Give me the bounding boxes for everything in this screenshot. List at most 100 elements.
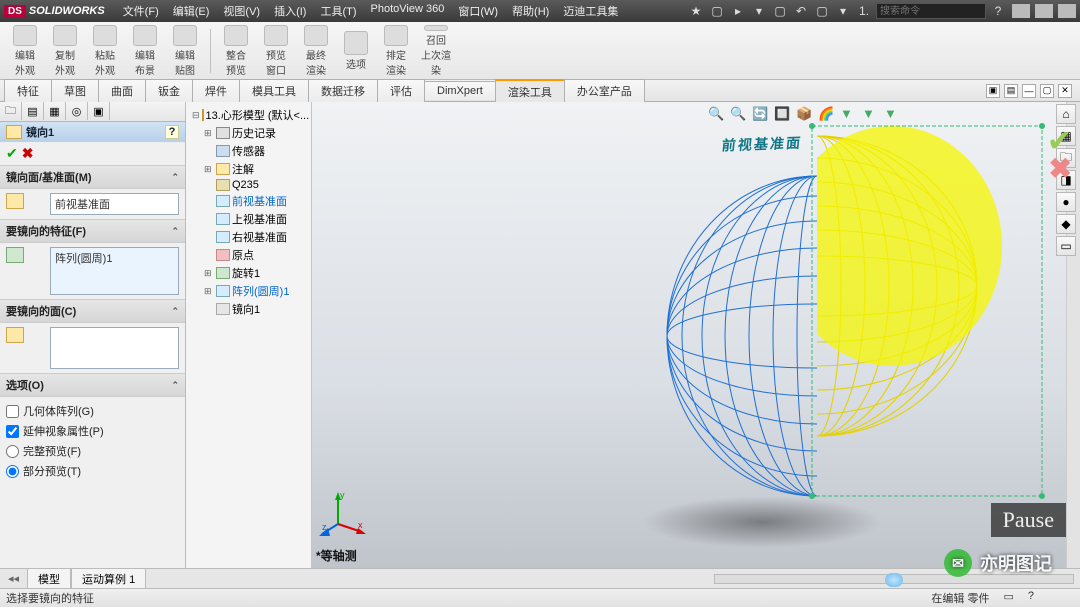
faces-to-mirror-field[interactable] <box>50 327 179 369</box>
search-input[interactable] <box>876 3 986 19</box>
tab-scroll-left-icon[interactable]: ◂◂ <box>0 572 27 585</box>
option-partial-preview[interactable]: 部分预览(T) <box>6 461 179 481</box>
open-icon[interactable]: ▸ <box>729 2 747 20</box>
pm-tab-display-icon[interactable]: ▦ <box>44 102 66 120</box>
ribbon-button[interactable]: 召回上次渲染 <box>417 25 455 77</box>
options-icon[interactable]: ▾ <box>834 2 852 20</box>
help-icon[interactable]: ? <box>989 2 1007 20</box>
menu-dropdown-icon[interactable]: ★ <box>687 2 705 20</box>
tab-motion-study[interactable]: 运动算例 1 <box>71 568 146 590</box>
pm-section-mirror-plane[interactable]: 镜向面/基准面(M)⌃ <box>0 165 185 189</box>
tree-item[interactable]: 原点 <box>188 246 309 264</box>
pm-cancel-button[interactable]: ✖ <box>22 145 34 162</box>
menu-item[interactable]: 迈迪工具集 <box>557 1 624 21</box>
ribbon-button[interactable]: 编辑外观 <box>6 25 44 77</box>
chevron-up-icon: ⌃ <box>171 226 179 237</box>
command-tab[interactable]: DimXpert <box>424 81 496 100</box>
window-max-icon[interactable]: ▢ <box>1040 84 1054 98</box>
tree-item[interactable]: 传感器 <box>188 142 309 160</box>
command-tab[interactable]: 渲染工具 <box>495 79 565 103</box>
pm-help-button[interactable]: ? <box>165 125 179 139</box>
tree-item[interactable]: ⊞历史记录 <box>188 124 309 142</box>
ribbon-button[interactable]: 预览窗口 <box>257 25 295 77</box>
status-extras-icon[interactable]: ? <box>1028 590 1034 606</box>
scrollbar-thumb[interactable] <box>885 573 903 587</box>
print-icon[interactable]: ▢ <box>771 2 789 20</box>
ribbon-button[interactable]: 选项 <box>337 25 375 77</box>
face-slot-icon <box>6 327 24 343</box>
command-tab[interactable]: 特征 <box>4 79 52 102</box>
command-tab[interactable]: 模具工具 <box>239 79 309 102</box>
pm-section-features[interactable]: 要镜向的特征(F)⌃ <box>0 219 185 243</box>
rebuild-icon[interactable]: ▢ <box>813 2 831 20</box>
mirror-icon <box>6 125 22 139</box>
ribbon-button[interactable]: 整合预览 <box>217 25 255 77</box>
tree-item[interactable]: ⊞旋转1 <box>188 264 309 282</box>
window-restore-icon[interactable] <box>1035 4 1053 18</box>
command-tab[interactable]: 数据迁移 <box>308 79 378 102</box>
taskpane-resources-icon[interactable]: ⌂ <box>1056 104 1076 124</box>
window-cascade-icon[interactable]: ▤ <box>1004 84 1018 98</box>
menu-item[interactable]: 插入(I) <box>268 1 312 21</box>
ribbon-button[interactable]: 粘贴外观 <box>86 25 124 77</box>
option-geometry-pattern[interactable]: 几何体阵列(G) <box>6 401 179 421</box>
tree-item[interactable]: 右视基准面 <box>188 228 309 246</box>
window-minimize-icon[interactable] <box>1012 4 1030 18</box>
window-tile-icon[interactable]: ▣ <box>986 84 1000 98</box>
command-tab[interactable]: 评估 <box>377 79 425 102</box>
taskpane-extra-icon[interactable]: ▭ <box>1056 236 1076 256</box>
pm-title: 镜向1 <box>26 124 54 140</box>
pm-ok-button[interactable]: ✔ <box>6 145 18 162</box>
menu-item[interactable]: 编辑(E) <box>167 1 216 21</box>
menu-item[interactable]: 窗口(W) <box>452 1 504 21</box>
tree-item[interactable]: ⊞注解 <box>188 160 309 178</box>
option-propagate-visual[interactable]: 延伸视象属性(P) <box>6 421 179 441</box>
pm-tab-render-icon[interactable]: ◎ <box>66 102 88 120</box>
command-tab[interactable]: 办公室产品 <box>564 79 645 102</box>
taskpane-custom-icon[interactable]: ◆ <box>1056 214 1076 234</box>
tree-item[interactable]: ⊞阵列(圆周)1 <box>188 282 309 300</box>
tree-item[interactable]: 前视基准面 <box>188 192 309 210</box>
menu-item[interactable]: 文件(F) <box>117 1 165 21</box>
status-units-icon[interactable]: ▭ <box>1003 590 1013 606</box>
ribbon-button[interactable]: 编辑布景 <box>126 25 164 77</box>
ribbon-button[interactable]: 最终渲染 <box>297 25 335 77</box>
pm-tab-extra-icon[interactable]: ▣ <box>88 102 110 120</box>
command-tab[interactable]: 曲面 <box>98 79 146 102</box>
command-tab[interactable]: 草图 <box>51 79 99 102</box>
mirror-plane-field[interactable]: 前视基准面 <box>50 193 179 215</box>
command-tab[interactable]: 焊件 <box>192 79 240 102</box>
pause-overlay-button[interactable]: Pause <box>991 503 1066 537</box>
reject-feature-icon[interactable]: ✖ <box>1049 152 1072 185</box>
taskpane-appearance-icon[interactable]: ● <box>1056 192 1076 212</box>
graphics-viewport[interactable]: 🔍🔍🔄🔲📦🌈▼▼▼ <box>312 102 1080 570</box>
tab-model[interactable]: 模型 <box>27 568 71 590</box>
tree-item[interactable]: 镜向1 <box>188 300 309 318</box>
ribbon-button[interactable]: 编辑贴图 <box>166 25 204 77</box>
tree-item[interactable]: Q235 <box>188 178 309 192</box>
command-tab[interactable]: 钣金 <box>145 79 193 102</box>
ribbon-button[interactable]: 排定渲染 <box>377 25 415 77</box>
window-close-icon[interactable] <box>1058 4 1076 18</box>
pm-section-options[interactable]: 选项(O)⌃ <box>0 373 185 397</box>
pm-tab-config-icon[interactable]: ▤ <box>22 102 44 120</box>
new-icon[interactable]: ▢ <box>708 2 726 20</box>
orientation-triad[interactable]: y x z <box>320 490 366 536</box>
horizontal-scrollbar[interactable] <box>714 574 1074 584</box>
ribbon-button[interactable]: 复制外观 <box>46 25 84 77</box>
menu-item[interactable]: PhotoView 360 <box>365 1 451 21</box>
status-bar: 选择要镜向的特征 在编辑 零件 ▭ ? <box>0 588 1080 607</box>
tree-item[interactable]: 上视基准面 <box>188 210 309 228</box>
window-min-icon[interactable]: — <box>1022 84 1036 98</box>
tree-root[interactable]: ⊟13.心形模型 (默认<... <box>188 106 309 124</box>
option-full-preview[interactable]: 完整预览(F) <box>6 441 179 461</box>
save-icon[interactable]: ▾ <box>750 2 768 20</box>
menu-item[interactable]: 视图(V) <box>217 1 266 21</box>
window-close2-icon[interactable]: ✕ <box>1058 84 1072 98</box>
undo-icon[interactable]: ↶ <box>792 2 810 20</box>
menu-item[interactable]: 帮助(H) <box>506 1 555 21</box>
pm-section-faces[interactable]: 要镜向的面(C)⌃ <box>0 299 185 323</box>
pm-tab-feature-icon[interactable]: 🗀 <box>0 102 22 120</box>
features-to-mirror-field[interactable]: 阵列(圆周)1 <box>50 247 179 295</box>
menu-item[interactable]: 工具(T) <box>314 1 362 21</box>
